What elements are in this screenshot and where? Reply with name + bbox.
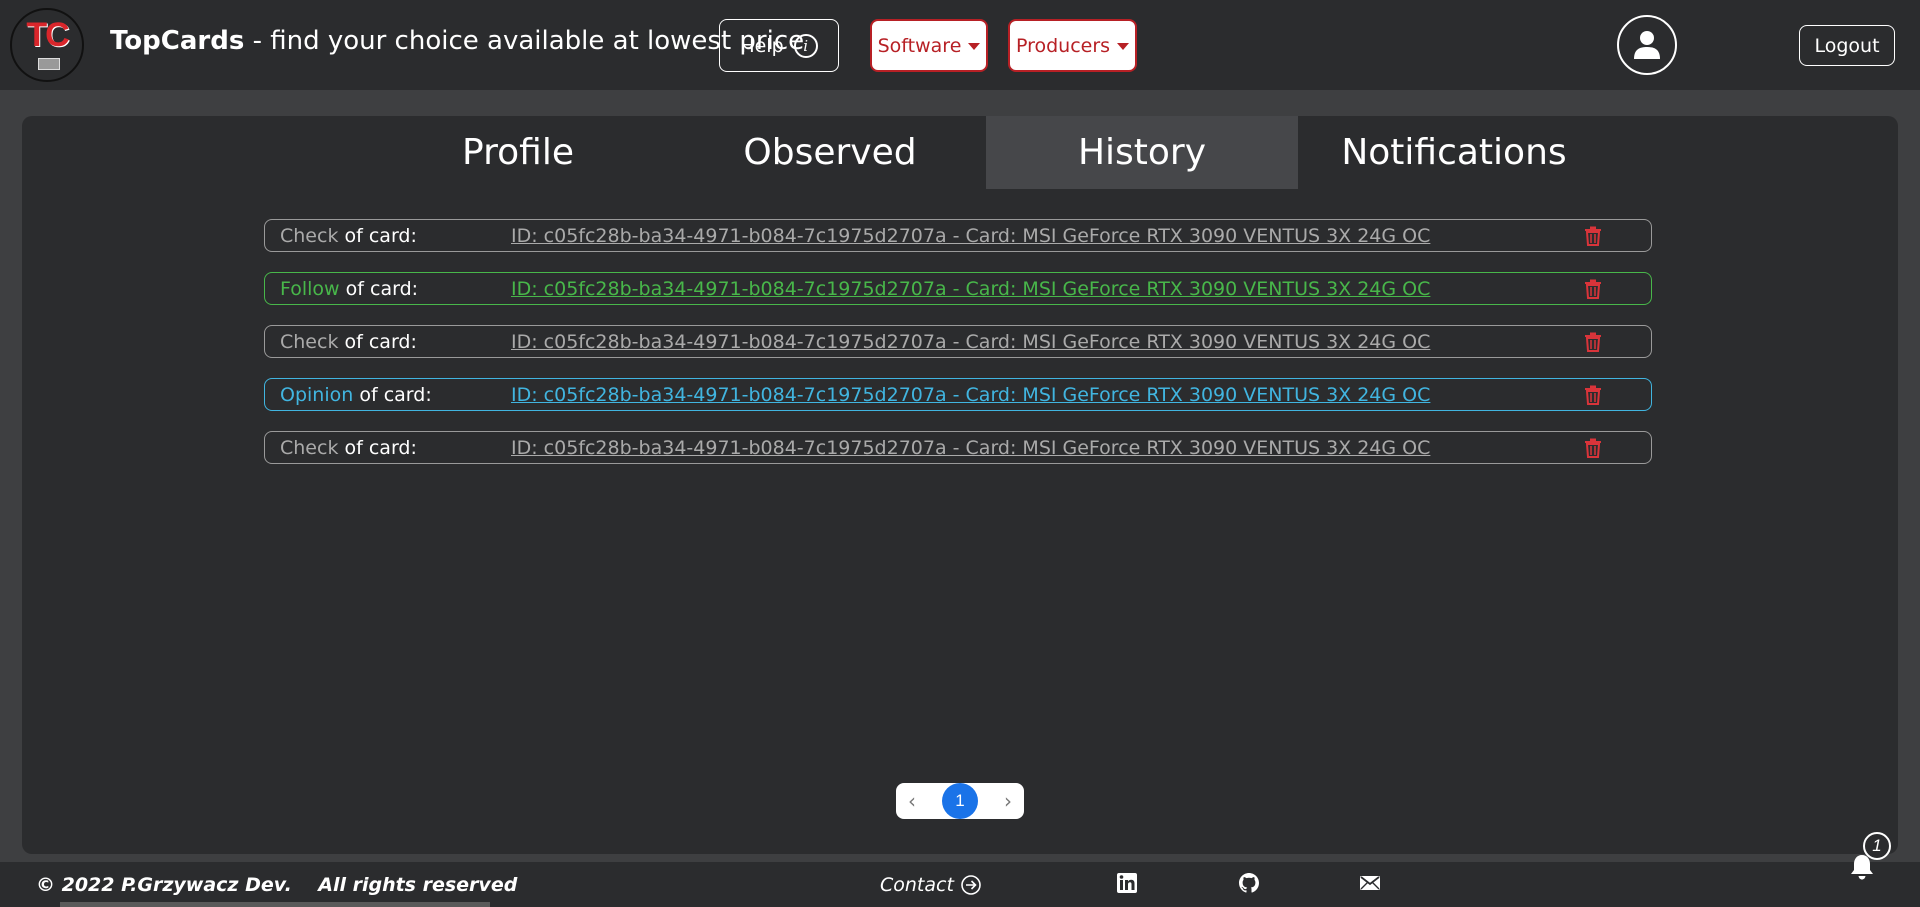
arrow-right-circle-icon [961, 875, 981, 895]
producers-label: Producers [1015, 34, 1111, 57]
contact-link[interactable]: Contact [880, 874, 982, 896]
main-panel: Profile Observed History Notifications C… [22, 116, 1898, 854]
card-link[interactable]: ID: c05fc28b-ba34-4971-b084-7c1975d2707a… [511, 225, 1430, 247]
action-suffix: of card: [359, 384, 432, 406]
action-kind: Check [280, 331, 339, 353]
info-icon: i [793, 33, 818, 58]
copyright-text: © 2022 P.Grzywacz Dev. All rights reserv… [36, 874, 518, 896]
action-kind: Check [280, 225, 339, 247]
chevron-right-icon[interactable]: › [1004, 789, 1012, 813]
github-icon[interactable] [1238, 872, 1260, 894]
help-label: Help [740, 34, 784, 57]
history-action: Follow of card: [280, 278, 418, 300]
producers-dropdown[interactable]: Producers [1008, 19, 1137, 72]
trash-icon[interactable] [1584, 385, 1602, 405]
tab-profile[interactable]: Profile [362, 116, 674, 189]
history-action: Check of card: [280, 331, 417, 353]
tab-history[interactable]: History [986, 116, 1298, 189]
caret-down-icon [1117, 43, 1130, 50]
action-suffix: of card: [344, 225, 417, 247]
software-dropdown[interactable]: Software [870, 19, 988, 72]
software-label: Software [877, 34, 962, 57]
history-action: Check of card: [280, 437, 417, 459]
notification-count-badge: 1 [1863, 832, 1891, 860]
caret-down-icon [968, 43, 981, 50]
action-kind: Check [280, 437, 339, 459]
user-avatar-button[interactable] [1617, 15, 1677, 75]
logout-button[interactable]: Logout [1799, 25, 1895, 66]
trash-icon[interactable] [1584, 279, 1602, 299]
page-button-current[interactable]: 1 [942, 783, 978, 819]
tab-bar: Profile Observed History Notifications [362, 116, 1610, 189]
user-icon [1634, 31, 1660, 59]
history-action: Check of card: [280, 225, 417, 247]
card-link[interactable]: ID: c05fc28b-ba34-4971-b084-7c1975d2707a… [511, 278, 1430, 300]
action-suffix: of card: [344, 331, 417, 353]
history-list: Check of card: ID: c05fc28b-ba34-4971-b0… [264, 219, 1652, 484]
card-link[interactable]: ID: c05fc28b-ba34-4971-b084-7c1975d2707a… [511, 331, 1430, 353]
trash-icon[interactable] [1584, 438, 1602, 458]
history-row: Check of card: ID: c05fc28b-ba34-4971-b0… [264, 219, 1652, 252]
tab-observed[interactable]: Observed [674, 116, 986, 189]
chevron-left-icon[interactable]: ‹ [908, 789, 916, 813]
help-button[interactable]: Help i [719, 19, 839, 72]
history-row: Opinion of card: ID: c05fc28b-ba34-4971-… [264, 378, 1652, 411]
mail-icon[interactable] [1359, 872, 1381, 894]
logo-text: TC [26, 16, 69, 54]
history-row: Check of card: ID: c05fc28b-ba34-4971-b0… [264, 431, 1652, 464]
linkedin-icon[interactable] [1116, 872, 1138, 894]
tab-notifications[interactable]: Notifications [1298, 116, 1610, 189]
action-suffix: of card: [345, 278, 419, 300]
trash-icon[interactable] [1584, 332, 1602, 352]
horizontal-scrollbar[interactable] [60, 902, 490, 907]
brand-name: TopCards [110, 26, 245, 56]
history-action: Opinion of card: [280, 384, 432, 406]
notifications-bell-button[interactable]: 1 [1847, 832, 1891, 882]
action-kind: Follow [280, 278, 340, 300]
logo[interactable]: TC [10, 8, 84, 82]
logo-card-icon [38, 58, 60, 70]
top-navbar: TC TopCards - find your choice available… [0, 0, 1920, 90]
contact-label: Contact [880, 874, 954, 896]
history-row: Follow of card: ID: c05fc28b-ba34-4971-b… [264, 272, 1652, 305]
footer: © 2022 P.Grzywacz Dev. All rights reserv… [0, 862, 1920, 907]
action-kind: Opinion [280, 384, 354, 406]
trash-icon[interactable] [1584, 226, 1602, 246]
card-link[interactable]: ID: c05fc28b-ba34-4971-b084-7c1975d2707a… [511, 437, 1430, 459]
card-link[interactable]: ID: c05fc28b-ba34-4971-b084-7c1975d2707a… [511, 384, 1430, 406]
brand: TopCards - find your choice available at… [110, 26, 804, 56]
action-suffix: of card: [344, 437, 417, 459]
history-row: Check of card: ID: c05fc28b-ba34-4971-b0… [264, 325, 1652, 358]
pagination: ‹ 1 › [896, 783, 1024, 819]
